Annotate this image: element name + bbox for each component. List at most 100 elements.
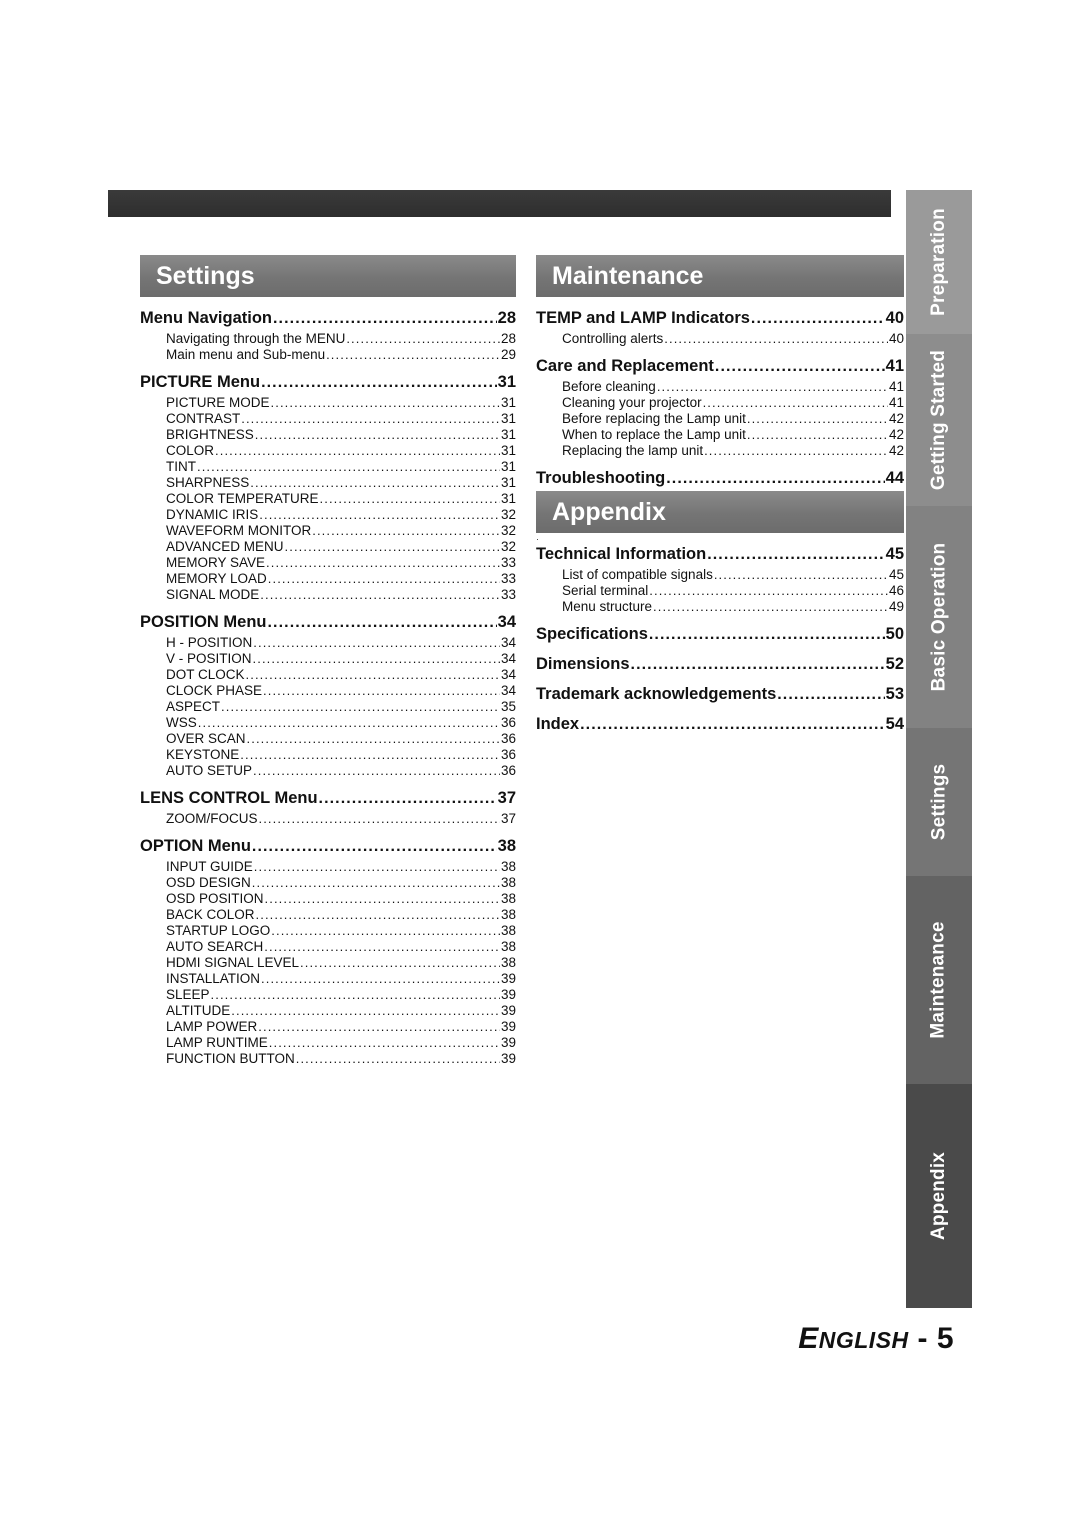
toc-page-number: 32: [500, 507, 516, 522]
toc-entry-minor[interactable]: ASPECT..................................…: [140, 699, 516, 714]
footer-language-initial: E: [798, 1322, 819, 1355]
toc-entry-minor[interactable]: MEMORY SAVE.............................…: [140, 555, 516, 570]
toc-entry-minor[interactable]: OVER SCAN...............................…: [140, 731, 516, 746]
toc-page-number: 39: [500, 987, 516, 1002]
toc-entry-minor[interactable]: H - POSITION............................…: [140, 635, 516, 650]
toc-entry-minor[interactable]: BRIGHTNESS..............................…: [140, 427, 516, 442]
toc-entry-title: TINT: [166, 459, 196, 474]
toc-leader-dots: ........................................…: [346, 331, 500, 346]
toc-entry-title: COLOR: [166, 443, 215, 458]
toc-entry-major[interactable]: Index...................................…: [536, 715, 904, 734]
toc-entry-minor[interactable]: Replacing the lamp unit.................…: [536, 443, 904, 458]
toc-page-number: 39: [500, 1051, 516, 1066]
toc-entry-minor[interactable]: SHARPNESS...............................…: [140, 475, 516, 490]
side-tab-label: Maintenance: [928, 921, 950, 1039]
toc-entry-minor[interactable]: PICTURE MODE............................…: [140, 395, 516, 410]
side-tab-appendix[interactable]: Appendix: [906, 1084, 972, 1308]
toc-entry-minor[interactable]: INSTALLATION............................…: [140, 971, 516, 986]
toc-entry-title: ASPECT: [166, 699, 221, 714]
toc-entry-minor[interactable]: Menu structure..........................…: [536, 599, 904, 614]
toc-entry-major[interactable]: Trademark acknowledgements..............…: [536, 685, 904, 704]
toc-entry-minor[interactable]: LAMP RUNTIME............................…: [140, 1035, 516, 1050]
toc-entry-minor[interactable]: WSS.....................................…: [140, 715, 516, 730]
toc-entry-minor[interactable]: INPUT GUIDE.............................…: [140, 859, 516, 874]
toc-entry-minor[interactable]: ZOOM/FOCUS..............................…: [140, 811, 516, 826]
toc-entry-major[interactable]: Dimensions..............................…: [536, 655, 904, 674]
toc-page-number: 49: [888, 599, 904, 614]
toc-page-number: 34: [500, 651, 516, 666]
toc-leader-dots: ........................................…: [580, 716, 885, 733]
side-tab-maintenance[interactable]: Maintenance: [906, 876, 972, 1084]
toc-entry-minor[interactable]: BACK COLOR..............................…: [140, 907, 516, 922]
toc-entry-title: TEMP and LAMP Indicators: [536, 309, 750, 327]
toc-entry-title: LAMP POWER: [166, 1019, 258, 1034]
toc-entry-minor[interactable]: Main menu and Sub-menu..................…: [140, 347, 516, 362]
toc-entry-title: LENS CONTROL Menu: [140, 789, 318, 807]
toc-entry-major[interactable]: Technical Information...................…: [536, 545, 904, 564]
toc-entry-minor[interactable]: OSD DESIGN..............................…: [140, 875, 516, 890]
toc-entry-minor[interactable]: Controlling alerts......................…: [536, 331, 904, 346]
toc-entry-title: When to replace the Lamp unit: [562, 427, 746, 442]
toc-entry-minor[interactable]: COLOR TEMPERATURE.......................…: [140, 491, 516, 506]
toc-entry-minor[interactable]: ADVANCED MENU...........................…: [140, 539, 516, 554]
toc-entry-minor[interactable]: ALTITUDE................................…: [140, 1003, 516, 1018]
toc-entry-minor[interactable]: STARTUP LOGO............................…: [140, 923, 516, 938]
toc-entry-minor[interactable]: MEMORY LOAD.............................…: [140, 571, 516, 586]
toc-entry-major[interactable]: LENS CONTROL Menu.......................…: [140, 789, 516, 808]
side-tab-settings[interactable]: Settings: [906, 728, 972, 876]
toc-entry-minor[interactable]: When to replace the Lamp unit...........…: [536, 427, 904, 442]
toc-entry-minor[interactable]: CONTRAST................................…: [140, 411, 516, 426]
toc-entry-minor[interactable]: CLOCK PHASE.............................…: [140, 683, 516, 698]
toc-entry-major[interactable]: Troubleshooting.........................…: [536, 469, 904, 488]
toc-entry-major[interactable]: OPTION Menu.............................…: [140, 837, 516, 856]
toc-leader-dots: ........................................…: [649, 583, 888, 598]
toc-entry-minor[interactable]: AUTO SEARCH.............................…: [140, 939, 516, 954]
toc-entry-minor[interactable]: COLOR...................................…: [140, 443, 516, 458]
toc-entry-minor[interactable]: SIGNAL MODE.............................…: [140, 587, 516, 602]
toc-entry-title: FUNCTION BUTTON: [166, 1051, 295, 1066]
toc-entry-minor[interactable]: FUNCTION BUTTON.........................…: [140, 1051, 516, 1066]
toc-entry-minor[interactable]: V - POSITION............................…: [140, 651, 516, 666]
toc-entry-minor[interactable]: DOT CLOCK...............................…: [140, 667, 516, 682]
toc-entry-minor[interactable]: List of compatible signals..............…: [536, 567, 904, 582]
toc-entry-title: Menu Navigation: [140, 309, 273, 327]
toc-entry-title: AUTO SETUP: [166, 763, 253, 778]
toc-page-number: 36: [500, 731, 516, 746]
toc-entry-major[interactable]: Specifications..........................…: [536, 625, 904, 644]
toc-leader-dots: ........................................…: [266, 555, 500, 570]
toc-page-number: 40: [885, 309, 904, 327]
toc-entry-minor[interactable]: LAMP POWER..............................…: [140, 1019, 516, 1034]
toc-entry-minor[interactable]: SLEEP...................................…: [140, 987, 516, 1002]
toc-entry-minor[interactable]: Cleaning your projector.................…: [536, 395, 904, 410]
toc-entry-major[interactable]: POSITION Menu...........................…: [140, 613, 516, 632]
toc-entry-minor[interactable]: DYNAMIC IRIS............................…: [140, 507, 516, 522]
toc-entry-major[interactable]: TEMP and LAMP Indicators................…: [536, 309, 904, 328]
toc-leader-dots: ........................................…: [252, 651, 500, 666]
side-tab-preparation[interactable]: Preparation: [906, 190, 972, 334]
toc-entry-minor[interactable]: WAVEFORM MONITOR........................…: [140, 523, 516, 538]
toc-entry-major[interactable]: Menu Navigation.........................…: [140, 309, 516, 328]
toc-entry-minor[interactable]: Navigating through the MENU.............…: [140, 331, 516, 346]
toc-entry-title: Navigating through the MENU: [166, 331, 346, 346]
toc-page-number: 29: [500, 347, 516, 362]
toc-entry-minor[interactable]: OSD POSITION............................…: [140, 891, 516, 906]
toc-entry-minor[interactable]: TINT....................................…: [140, 459, 516, 474]
toc-leader-dots: ........................................…: [656, 379, 888, 394]
toc-entry-minor[interactable]: HDMI SIGNAL LEVEL.......................…: [140, 955, 516, 970]
toc-leader-dots: ........................................…: [300, 955, 500, 970]
toc-entry-minor[interactable]: Before replacing the Lamp unit..........…: [536, 411, 904, 426]
toc-entry-minor[interactable]: Before cleaning.........................…: [536, 379, 904, 394]
toc-leader-dots: ........................................…: [221, 699, 500, 714]
toc-entry-minor[interactable]: Serial terminal.........................…: [536, 583, 904, 598]
toc-page-number: 45: [885, 545, 904, 563]
side-tab-label: Basic Operation: [928, 542, 949, 692]
toc-entry-major[interactable]: Care and Replacement....................…: [536, 357, 904, 376]
toc-entry-major[interactable]: PICTURE Menu............................…: [140, 373, 516, 392]
side-tab-basic-operation[interactable]: Basic Operation: [906, 506, 972, 728]
toc-entry-minor[interactable]: KEYSTONE................................…: [140, 747, 516, 762]
toc-entry-title: MEMORY SAVE: [166, 555, 266, 570]
toc-page-number: 40: [888, 331, 904, 346]
side-tab-getting-started[interactable]: Getting Started: [906, 334, 972, 506]
toc-entry-minor[interactable]: AUTO SETUP..............................…: [140, 763, 516, 778]
toc-entry-title: DYNAMIC IRIS: [166, 507, 259, 522]
